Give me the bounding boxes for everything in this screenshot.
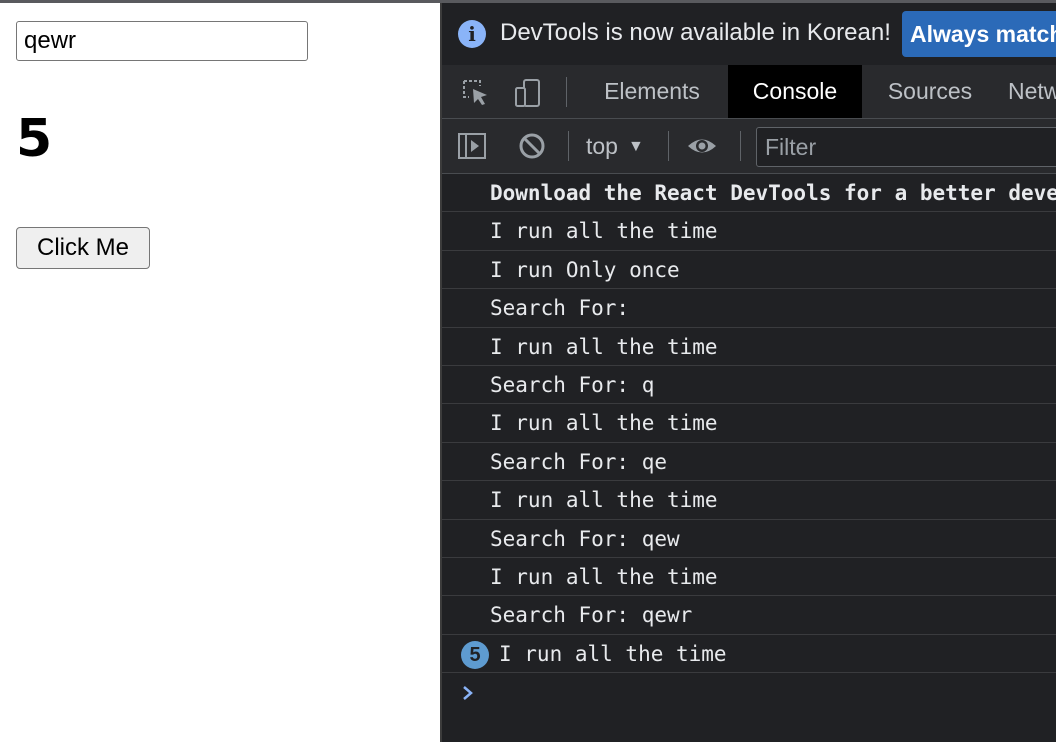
console-message: I run all the time: [442, 328, 1056, 366]
search-input[interactable]: [16, 21, 308, 61]
tab-network[interactable]: Network: [1008, 65, 1056, 118]
infobar-message: DevTools is now available in Korean!: [500, 19, 891, 46]
devtools-panel: i DevTools is now available in Korean! A…: [440, 3, 1056, 742]
live-expression-eye-icon[interactable]: [686, 130, 718, 162]
clear-console-icon[interactable]: [516, 130, 548, 162]
console-message: I run all the time: [442, 481, 1056, 520]
context-selector[interactable]: top ▼: [586, 129, 644, 163]
console-message: I run all the time: [442, 558, 1056, 597]
console-message: Download the React DevTools for a better…: [442, 174, 1056, 213]
tab-console[interactable]: Console: [728, 65, 862, 118]
language-infobar: i DevTools is now available in Korean! A…: [442, 3, 1056, 66]
console-message: 5 I run all the time: [442, 635, 1056, 674]
toolbar-divider: [568, 131, 569, 161]
inspect-element-icon[interactable]: [460, 77, 492, 109]
console-message: Search For: qe: [442, 443, 1056, 482]
sidebar-toggle-icon[interactable]: [456, 130, 488, 162]
device-toolbar-icon[interactable]: [512, 77, 544, 109]
page-viewport: 5 Click Me: [0, 3, 440, 742]
console-message: I run all the time: [442, 212, 1056, 251]
toolbar-divider: [668, 131, 669, 161]
click-me-button[interactable]: Click Me: [16, 227, 150, 269]
always-match-button[interactable]: Always match: [902, 11, 1056, 57]
console-log: Download the React DevTools for a better…: [442, 174, 1056, 742]
repeat-count-badge: 5: [461, 640, 489, 669]
console-message: Search For: qew: [442, 520, 1056, 558]
dropdown-arrow-icon: ▼: [627, 138, 644, 155]
console-message: Search For: qewr: [442, 596, 1056, 635]
console-message: Search For: q: [442, 366, 1056, 405]
console-message: I run Only once: [442, 251, 1056, 290]
console-toolbar: top ▼: [442, 119, 1056, 174]
context-value: top: [586, 133, 618, 159]
info-icon: i: [458, 20, 486, 48]
toolbar-divider: [566, 77, 567, 107]
devtools-tabbar: Elements Console Sources Network: [442, 65, 1056, 119]
click-counter: 5: [16, 109, 53, 169]
console-prompt[interactable]: [442, 673, 1056, 713]
toolbar-divider: [740, 131, 741, 161]
tab-elements[interactable]: Elements: [582, 65, 722, 118]
console-filter-input[interactable]: [756, 127, 1056, 167]
tab-sources[interactable]: Sources: [866, 65, 994, 118]
prompt-chevron-icon: [463, 686, 473, 701]
console-message: Search For:: [442, 289, 1056, 328]
console-message: I run all the time: [442, 404, 1056, 443]
